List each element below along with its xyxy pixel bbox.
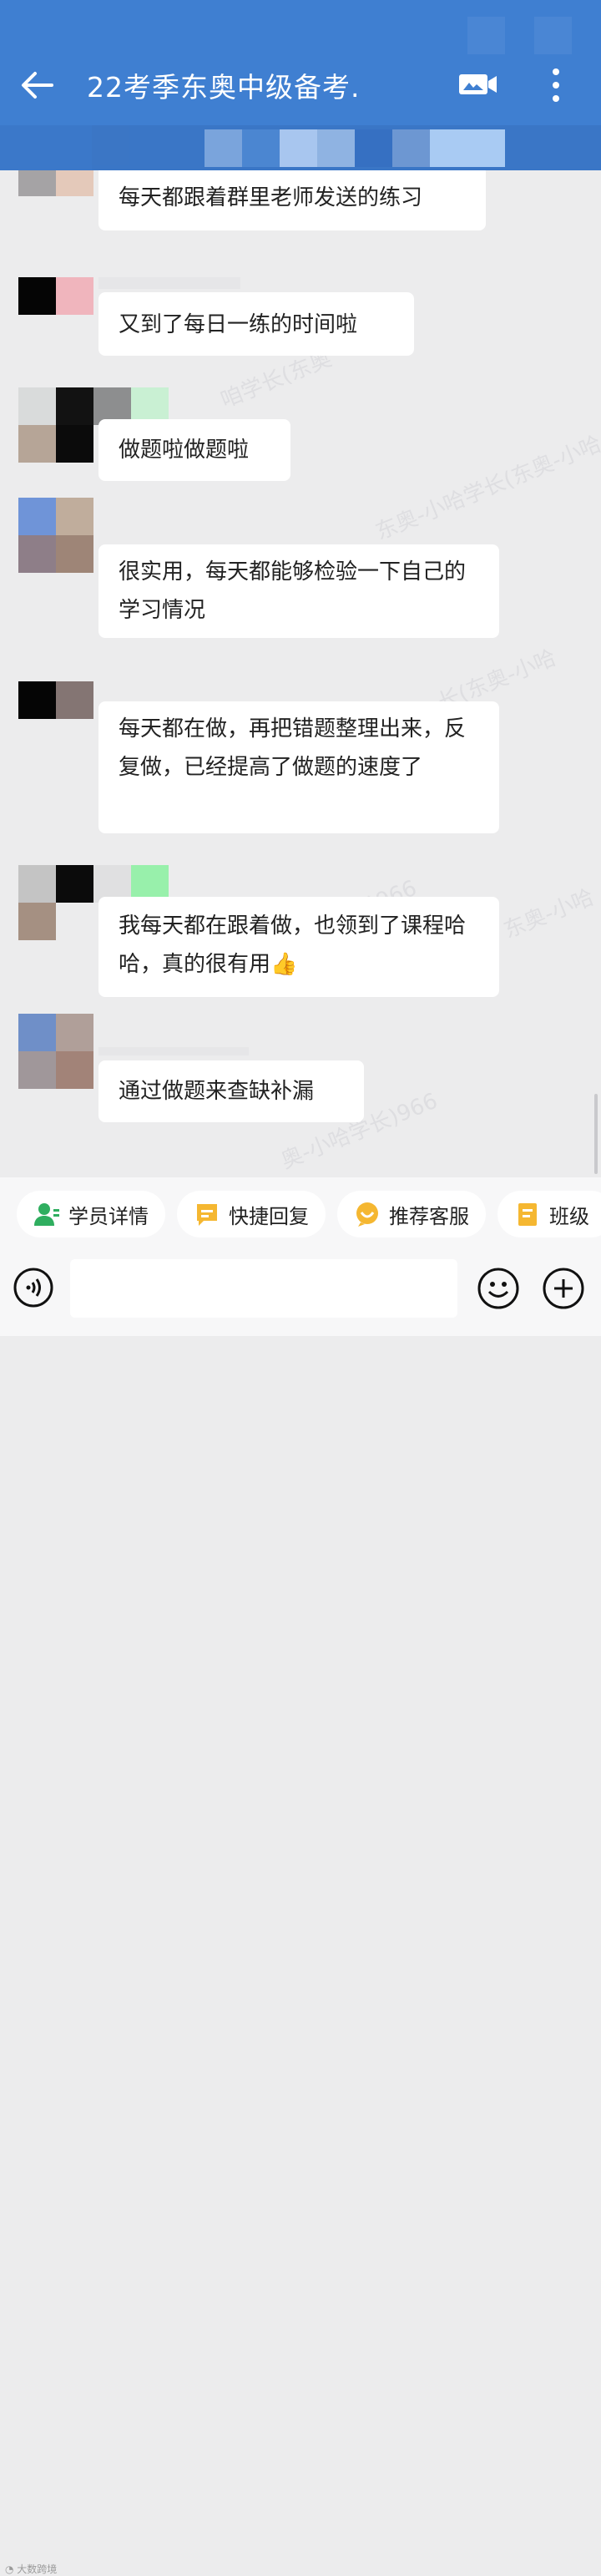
scrollbar[interactable] [594,1094,598,1174]
message-list[interactable]: 咱学长(东奥 东奥-小哈学长(东奥-小哈 东奥-小哈学长)966 东奥-小哈 奥… [0,170,601,1177]
class-button[interactable]: 班级 [497,1191,601,1237]
message-input[interactable] [70,1259,457,1318]
pixel-block [467,17,505,54]
sender-name [98,277,240,289]
avatar[interactable] [18,277,93,352]
voice-icon[interactable] [13,1268,53,1308]
pixel-block [280,129,317,167]
chat-header: 22考季东奥中级备考. [0,0,601,170]
sender-name [98,1047,249,1055]
watermark: 东奥-小哈 [500,884,598,944]
quick-action-label: 学员详情 [68,1204,149,1228]
message-bubble[interactable]: 做题啦做题啦 [98,419,290,481]
watermark: 东奥-小哈学长(东奥-小哈 [371,431,601,545]
video-call-icon[interactable] [458,72,498,97]
student-info-icon [34,1203,59,1226]
footer-watermark: ◔ 大数跨境 [5,2563,58,2575]
message-bubble[interactable]: 我每天都在跟着做，也领到了课程哈哈，真的很有用👍 [98,897,499,997]
back-arrow-icon[interactable] [18,67,55,104]
quick-action-bar: 学员详情 快捷回复 推荐客服 班级 [0,1177,601,1244]
input-bar: ◔ 大数跨境 [0,1244,601,2575]
recommend-service-button[interactable]: 推荐客服 [337,1191,486,1237]
pixel-block [534,17,572,54]
footer-watermark-text: 大数跨境 [17,2563,58,2575]
quick-action-label: 快捷回复 [229,1204,309,1228]
emoji-icon[interactable] [477,1268,519,1309]
student-info-button[interactable]: 学员详情 [17,1191,165,1237]
quick-reply-button[interactable]: 快捷回复 [177,1191,326,1237]
recommend-service-icon [356,1202,378,1227]
class-icon [518,1203,537,1226]
message-bubble[interactable]: 很实用，每天都能够检验一下自己的学习情况 [98,544,499,638]
pixel-block [392,129,430,167]
plus-icon[interactable] [543,1268,584,1309]
message-bubble[interactable]: 每天都跟着群里老师发送的练习 [98,170,486,230]
pixel-block [430,129,505,167]
pixel-block [317,129,355,167]
quick-action-label: 推荐客服 [389,1204,469,1228]
avatar[interactable] [18,387,93,463]
pixel-block [205,129,242,167]
avatar[interactable] [18,170,93,202]
avatar[interactable] [18,1014,93,1089]
avatar[interactable] [18,681,93,719]
chat-title: 22考季东奥中级备考. [87,71,361,104]
pixel-block [355,129,392,167]
message-bubble[interactable]: 每天都在做，再把错题整理出来，反复做，已经提高了做题的速度了 [98,701,499,833]
quick-reply-icon [197,1204,217,1226]
more-vertical-icon[interactable] [549,68,563,105]
pixel-block [92,125,129,165]
avatar[interactable] [18,498,93,573]
pixel-block [0,125,92,170]
avatar[interactable] [18,865,93,940]
message-bubble[interactable]: 又到了每日一练的时间啦 [98,292,414,356]
quick-action-label: 班级 [549,1204,589,1228]
pixel-block [242,129,280,167]
message-bubble[interactable]: 通过做题来查缺补漏 [98,1060,364,1122]
